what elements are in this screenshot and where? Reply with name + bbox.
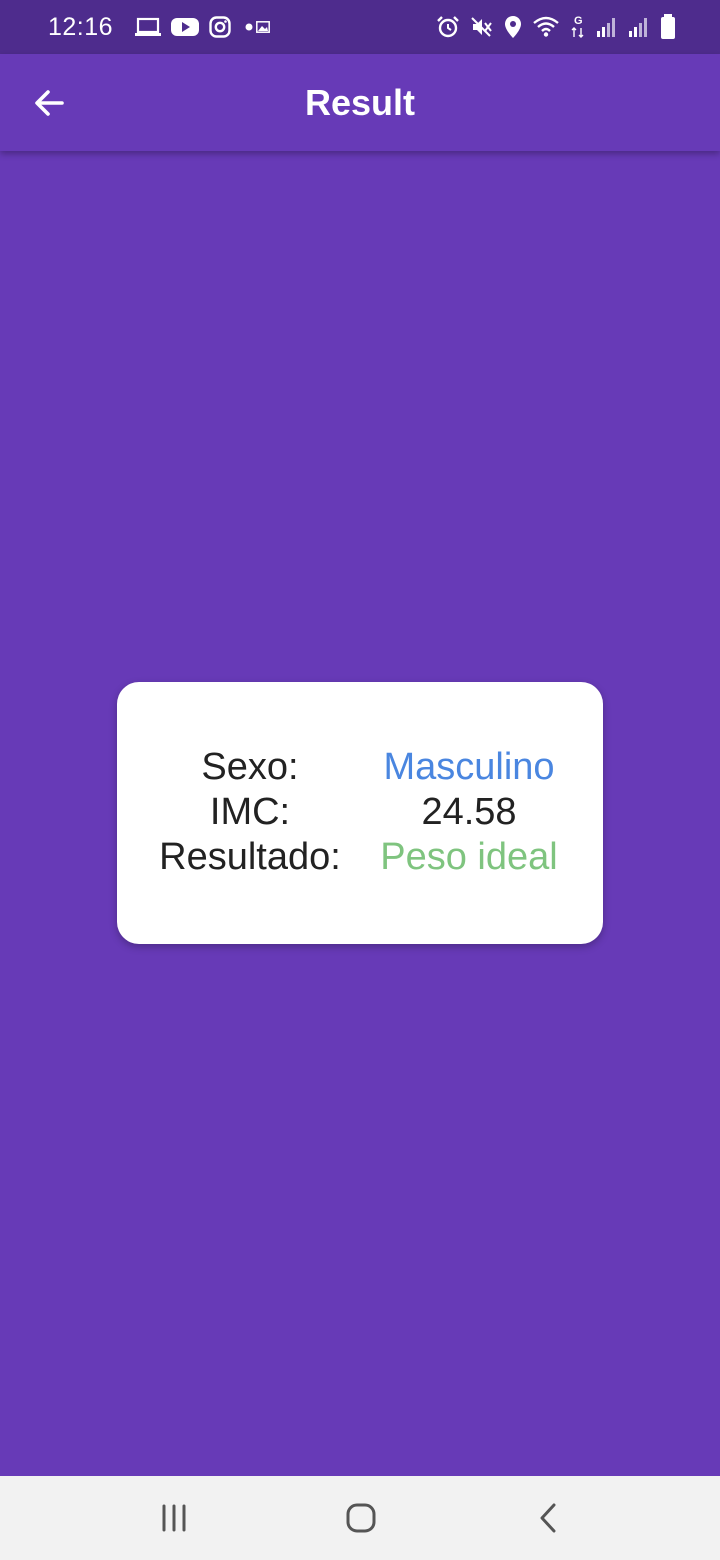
sexo-label: Sexo:	[201, 746, 299, 788]
data-g-icon: G	[570, 14, 586, 40]
status-bar: 12:16 G	[0, 0, 720, 54]
result-row-imc: IMC: 24.58	[117, 789, 603, 835]
recents-icon	[159, 1504, 189, 1532]
resultado-value: Peso ideal	[380, 836, 558, 878]
laptop-icon	[135, 16, 162, 38]
recents-button[interactable]	[144, 1490, 204, 1546]
app-bar: Result	[0, 54, 720, 151]
youtube-icon	[171, 16, 200, 38]
battery-icon	[660, 14, 676, 40]
signal-icon	[628, 16, 650, 38]
location-icon	[504, 15, 522, 39]
mute-icon	[470, 15, 494, 39]
result-card: Sexo: Masculino IMC: 24.58 Resultado: Pe…	[117, 682, 603, 944]
page-title: Result	[304, 81, 416, 123]
nav-back-button[interactable]	[518, 1490, 578, 1546]
wifi-icon	[532, 16, 560, 38]
status-right: G	[426, 14, 676, 40]
imc-value: 24.58	[421, 791, 517, 833]
navigation-bar	[0, 1476, 720, 1560]
home-icon	[345, 1502, 377, 1534]
instagram-icon	[209, 16, 231, 38]
home-button[interactable]	[331, 1490, 391, 1546]
resultado-label: Resultado:	[159, 836, 341, 878]
result-row-sexo: Sexo: Masculino	[117, 744, 603, 790]
svg-text:G: G	[574, 15, 583, 27]
screen: 12:16 G Result Sexo: Masculino IMC: 24.5…	[0, 0, 720, 1560]
image-icon	[256, 21, 271, 33]
result-table: Sexo: Masculino IMC: 24.58 Resultado: Pe…	[117, 682, 603, 944]
status-left: 12:16	[48, 12, 271, 42]
result-row-resultado: Resultado: Peso ideal	[117, 834, 603, 880]
chevron-left-icon	[536, 1502, 560, 1534]
sexo-value: Masculino	[383, 746, 555, 788]
status-time: 12:16	[48, 12, 114, 41]
dot-icon	[245, 23, 253, 31]
imc-label: IMC:	[209, 791, 291, 833]
alarm-icon	[436, 15, 460, 39]
signal-icon	[596, 16, 618, 38]
